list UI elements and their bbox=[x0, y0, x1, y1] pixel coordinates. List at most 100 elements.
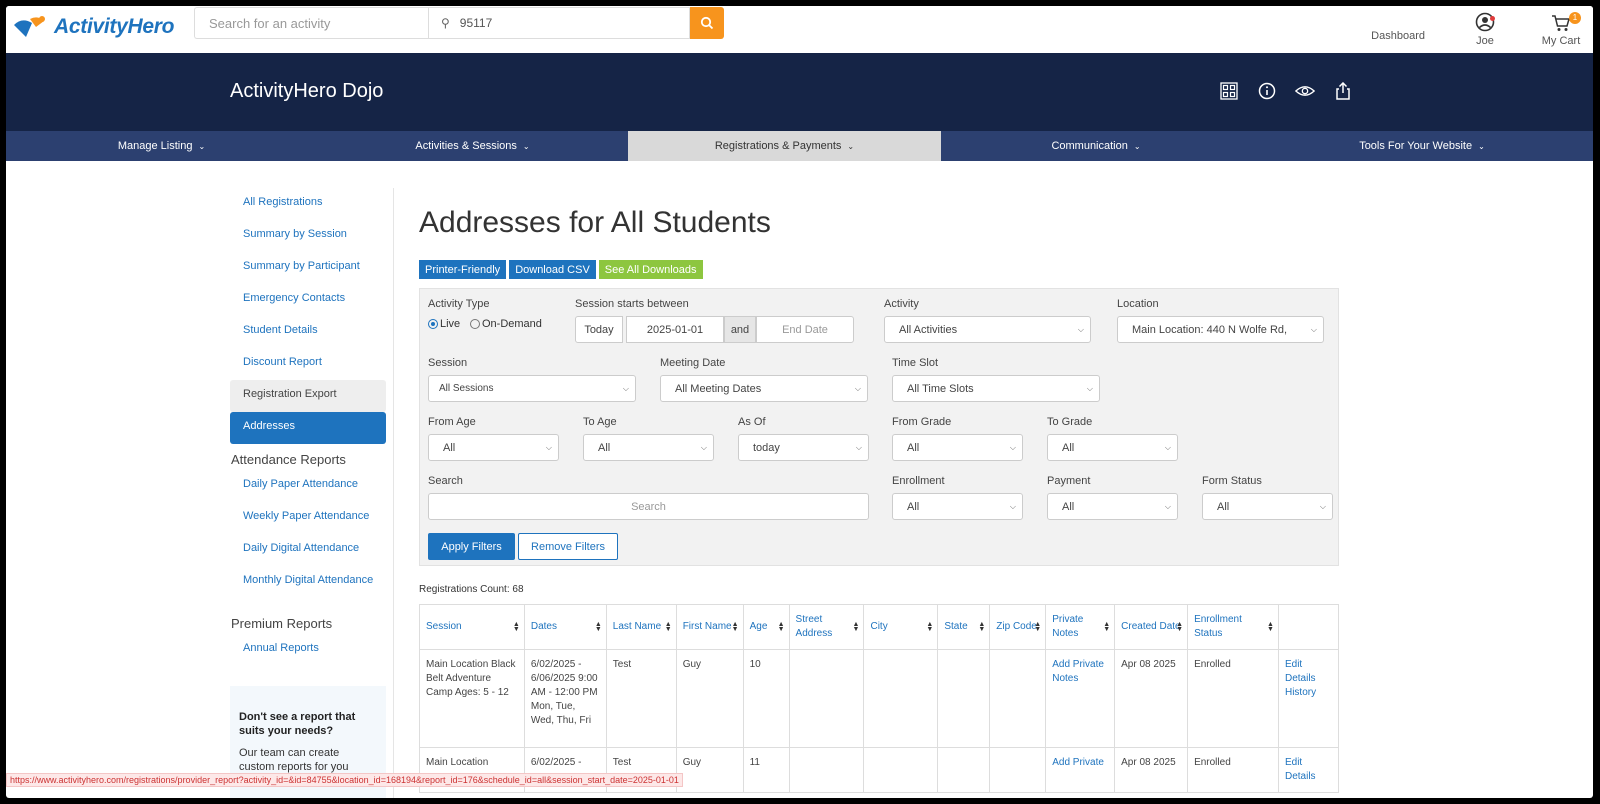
browser-viewport: ActivityHero Search for an activity ⚲ 95… bbox=[6, 6, 1593, 798]
sidebar-item-annual-reports[interactable]: Annual Reports bbox=[230, 634, 386, 666]
column-header-dates[interactable]: Dates ▲ ▼ bbox=[523, 604, 607, 650]
column-header-session[interactable]: Session ▲ ▼ bbox=[419, 604, 525, 650]
sidebar-item-addresses[interactable]: Addresses bbox=[230, 412, 386, 444]
add-private-notes-link[interactable]: Add Private Notes bbox=[1045, 649, 1116, 748]
session-label: Session bbox=[428, 357, 468, 369]
column-header-state[interactable]: State ▲ ▼ bbox=[937, 604, 991, 650]
live-radio[interactable]: Live bbox=[428, 318, 460, 330]
sidebar-item-discount-report[interactable]: Discount Report bbox=[230, 348, 386, 380]
activity-select-value: All Activities bbox=[899, 323, 958, 336]
sort-icon: ▲ ▼ bbox=[512, 621, 520, 633]
activity-search-input[interactable]: Search for an activity bbox=[194, 7, 428, 39]
column-header-first-name[interactable]: First Name ▲ ▼ bbox=[675, 604, 744, 650]
sidebar-item-emergency-contacts[interactable]: Emergency Contacts bbox=[230, 284, 386, 316]
edit-details-link[interactable]: Edit Details bbox=[1277, 747, 1340, 793]
column-header-last-name[interactable]: Last Name ▲ ▼ bbox=[605, 604, 677, 650]
column-header-street-address[interactable]: Street Address ▲ ▼ bbox=[788, 604, 865, 650]
sort-icon: ▲ ▼ bbox=[1267, 621, 1274, 633]
share-icon[interactable] bbox=[1333, 81, 1353, 101]
enrollment-select[interactable]: All ⌵ bbox=[892, 493, 1023, 520]
sort-icon: ▲ ▼ bbox=[852, 621, 860, 633]
chevron-down-icon: ⌄ bbox=[1478, 141, 1485, 151]
to-grade-select[interactable]: All ⌵ bbox=[1047, 434, 1178, 461]
student-search-input[interactable]: Search bbox=[428, 493, 869, 520]
to-grade-select-value: All bbox=[1062, 441, 1075, 454]
from-age-select[interactable]: All ⌵ bbox=[428, 434, 559, 461]
edit-details-history-link[interactable]: Edit Details History bbox=[1277, 649, 1340, 748]
tab-label: Communication bbox=[1051, 140, 1128, 152]
dashboard-link[interactable]: Dashboard bbox=[1371, 30, 1425, 53]
sidebar-item-summary-session[interactable]: Summary by Session bbox=[230, 220, 386, 252]
sidebar-item-all-registrations[interactable]: All Registrations bbox=[230, 188, 386, 220]
sidebar-item-registration-export[interactable]: Registration Export bbox=[230, 380, 386, 412]
add-private-notes-link[interactable]: Add Private bbox=[1045, 747, 1116, 793]
logo[interactable]: ActivityHero bbox=[12, 12, 174, 42]
today-button[interactable]: Today bbox=[575, 316, 623, 343]
preview-eye-icon[interactable] bbox=[1295, 81, 1315, 101]
start-date-input[interactable]: 2025-01-01 bbox=[626, 316, 724, 343]
apply-filters-button[interactable]: Apply Filters bbox=[428, 533, 515, 560]
location-select[interactable]: Main Location: 440 N Wolfe Rd, ⌵ bbox=[1117, 316, 1324, 343]
user-menu[interactable]: Joe bbox=[1463, 12, 1507, 53]
on-demand-radio[interactable]: On-Demand bbox=[470, 318, 542, 330]
column-header-zip-code[interactable]: Zip Code ▲ ▼ bbox=[989, 604, 1047, 650]
tab-manage-listing[interactable]: Manage Listing ⌄ bbox=[6, 131, 317, 161]
on-demand-label: On-Demand bbox=[482, 318, 542, 330]
header-label: Dates bbox=[530, 621, 557, 632]
activity-select[interactable]: All Activities ⌵ bbox=[884, 316, 1091, 343]
session-select-value: All Sessions bbox=[439, 383, 494, 394]
logo-text: ActivityHero bbox=[54, 15, 175, 38]
sidebar-item-daily-paper[interactable]: Daily Paper Attendance bbox=[230, 470, 386, 502]
remove-filters-button[interactable]: Remove Filters bbox=[518, 533, 618, 560]
search-label: Search bbox=[428, 475, 463, 487]
cell-first-name: Guy bbox=[675, 649, 744, 748]
location-label: Location bbox=[1117, 298, 1159, 310]
tab-registrations-payments[interactable]: Registrations & Payments ⌄ bbox=[628, 131, 941, 161]
tab-activities-sessions[interactable]: Activities & Sessions ⌄ bbox=[317, 131, 628, 161]
payment-select[interactable]: All ⌵ bbox=[1047, 493, 1178, 520]
column-header-private-notes[interactable]: Private Notes ▲ ▼ bbox=[1045, 604, 1116, 650]
chevron-down-icon: ⌵ bbox=[1009, 443, 1016, 452]
column-header-city[interactable]: City ▲ ▼ bbox=[863, 604, 939, 650]
location-input[interactable]: ⚲ 95117 bbox=[428, 7, 690, 39]
from-grade-select[interactable]: All ⌵ bbox=[892, 434, 1023, 461]
to-age-select-value: All bbox=[598, 441, 611, 454]
cart-link[interactable]: 1 My Cart bbox=[1535, 12, 1587, 53]
header-label: Zip Code bbox=[996, 621, 1037, 632]
as-of-label: As Of bbox=[738, 416, 766, 428]
chevron-down-icon: ⌵ bbox=[1164, 443, 1171, 452]
sidebar-item-weekly-paper[interactable]: Weekly Paper Attendance bbox=[230, 502, 386, 534]
column-header-created-date[interactable]: Created Date ▲ ▼ bbox=[1114, 604, 1189, 650]
sidebar-item-summary-participant[interactable]: Summary by Participant bbox=[230, 252, 386, 284]
sidebar-item-monthly-digital[interactable]: Monthly Digital Attendance bbox=[230, 566, 386, 606]
printer-friendly-button[interactable]: Printer-Friendly bbox=[419, 260, 507, 279]
as-of-select[interactable]: today ⌵ bbox=[738, 434, 869, 461]
table-row: Main Location Black Belt Adventure Camp … bbox=[419, 649, 1340, 748]
form-status-select[interactable]: All ⌵ bbox=[1202, 493, 1333, 520]
sidebar-item-daily-digital[interactable]: Daily Digital Attendance bbox=[230, 534, 386, 566]
chevron-down-icon: ⌵ bbox=[1009, 502, 1016, 511]
tab-communication[interactable]: Communication ⌄ bbox=[941, 131, 1251, 161]
cell-age: 11 bbox=[742, 747, 790, 793]
qr-code-icon[interactable] bbox=[1219, 81, 1239, 101]
see-all-downloads-button[interactable]: See All Downloads bbox=[598, 260, 703, 279]
search-button[interactable] bbox=[690, 7, 724, 39]
column-header-age[interactable]: Age ▲ ▼ bbox=[742, 604, 790, 650]
header-label: Created Date bbox=[1121, 621, 1181, 632]
sidebar-item-student-details[interactable]: Student Details bbox=[230, 316, 386, 348]
cell-enrollment-status: Enrolled bbox=[1187, 649, 1279, 748]
download-csv-button[interactable]: Download CSV bbox=[509, 260, 596, 279]
chevron-down-icon: ⌄ bbox=[522, 141, 530, 151]
meeting-date-select-value: All Meeting Dates bbox=[675, 382, 762, 395]
column-header-enrollment-status[interactable]: Enrollment Status ▲ ▼ bbox=[1187, 604, 1279, 650]
meeting-date-select[interactable]: All Meeting Dates ⌵ bbox=[660, 375, 868, 402]
chevron-down-icon: ⌄ bbox=[1133, 141, 1141, 151]
session-select[interactable]: All Sessions ⌵ bbox=[428, 375, 636, 402]
to-age-select[interactable]: All ⌵ bbox=[583, 434, 714, 461]
end-date-input[interactable]: End Date bbox=[756, 316, 854, 343]
tab-tools-website[interactable]: Tools For Your Website ⌄ bbox=[1251, 131, 1593, 161]
search-icon bbox=[700, 16, 714, 30]
info-icon[interactable] bbox=[1257, 81, 1277, 101]
cell-street bbox=[788, 649, 865, 748]
time-slot-select[interactable]: All Time Slots ⌵ bbox=[892, 375, 1100, 402]
